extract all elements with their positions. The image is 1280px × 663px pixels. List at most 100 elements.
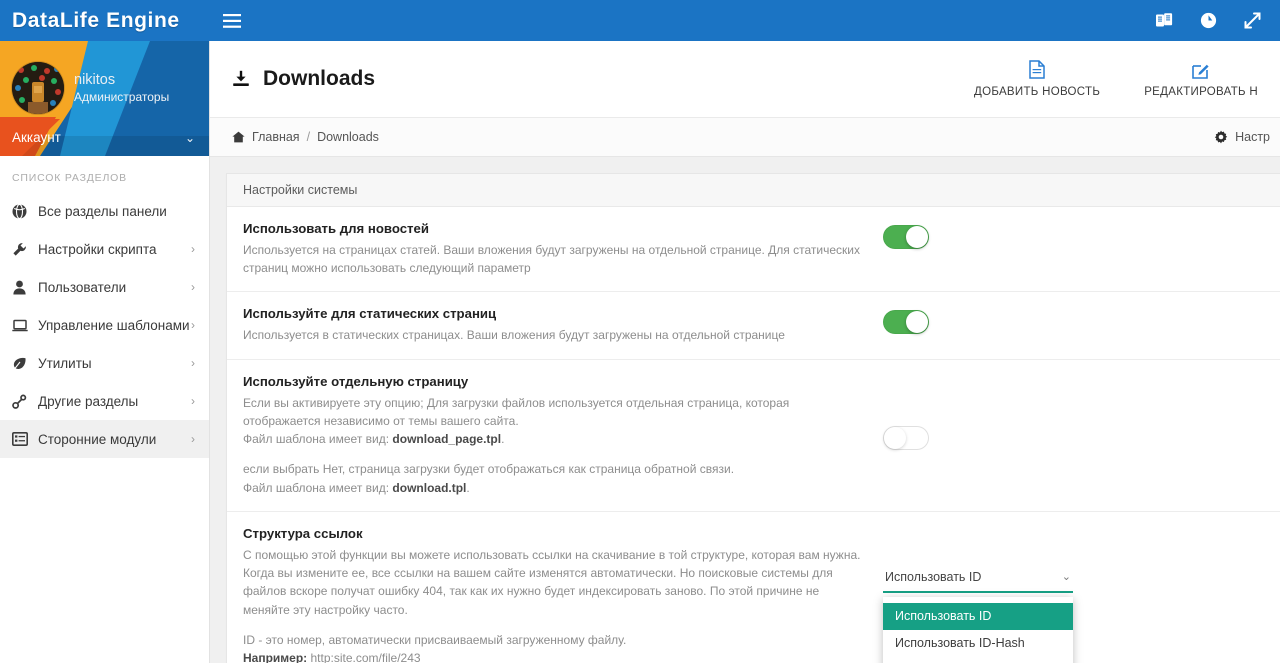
sidebar-item-all-sections[interactable]: Все разделы панели [0, 192, 209, 230]
list-alt-icon [12, 432, 38, 446]
setting-description: Если вы активируете эту опцию; Для загру… [243, 394, 861, 497]
expand-arrows-icon[interactable] [1232, 0, 1272, 41]
download-icon [232, 70, 250, 88]
setting-description: С помощью этой функции вы можете использ… [243, 546, 861, 663]
desc-line-2: ID - это номер, автоматически присваивае… [243, 632, 627, 647]
desc-line-2-suffix: . [501, 432, 505, 447]
account-dropdown-toggle[interactable]: Аккаунт ⌄ [0, 119, 209, 156]
desc-line-2-prefix: Файл шаблона имеет вид: [243, 432, 393, 447]
hamburger-menu-icon[interactable] [210, 0, 254, 41]
chevron-right-icon: › [191, 394, 195, 408]
setting-description: Используется на страницах статей. Ваши в… [243, 243, 860, 276]
example-url: http:site.com/file/243 [307, 651, 421, 663]
profile-text: nikitos Администраторы [74, 71, 169, 104]
top-navigation-bar: DataLife Engine [0, 0, 1280, 41]
setting-body: Используйте для статических страниц Испо… [243, 306, 861, 344]
select-option-use-id-hash[interactable]: Использовать ID-Hash [883, 630, 1073, 657]
clock-icon[interactable] [1188, 0, 1228, 41]
user-profile-panel: nikitos Администраторы Аккаунт ⌄ [0, 41, 209, 156]
toggle-knob [906, 226, 928, 248]
profile-username: nikitos [74, 72, 116, 89]
page-header: Downloads ДОБАВИТЬ НОВОСТЬ РЕДАКТИРОВАТЬ… [210, 41, 1280, 118]
page-header-actions: ДОБАВИТЬ НОВОСТЬ РЕДАКТИРОВАТЬ Н [952, 41, 1280, 118]
chevron-right-icon: › [191, 280, 195, 294]
sidebar-item-third-party-modules[interactable]: Сторонние модули › [0, 420, 209, 458]
toggle-use-for-static-pages[interactable] [883, 310, 929, 335]
setting-body: Использовать для новостей Используется н… [243, 221, 861, 277]
toggle-use-for-news[interactable] [883, 225, 929, 249]
sidebar-item-other-sections[interactable]: Другие разделы › [0, 382, 209, 420]
setting-row: Используйте отдельную страницу Если вы а… [227, 360, 1280, 512]
setting-control [883, 221, 1113, 249]
sidebar-item-utilities[interactable]: Утилиты › [0, 344, 209, 382]
page-title: Downloads [232, 67, 375, 91]
account-label: Аккаунт [12, 130, 61, 145]
setting-control [883, 306, 1113, 335]
sidebar-item-label: Пользователи [38, 279, 127, 295]
profile-identity: nikitos Администраторы [0, 41, 209, 119]
setting-title: Использовать для новостей [243, 221, 429, 236]
breadcrumb-home-link[interactable]: Главная [252, 130, 300, 144]
add-news-button[interactable]: ДОБАВИТЬ НОВОСТЬ [952, 41, 1122, 118]
setting-row: Используйте для статических страниц Испо… [227, 292, 1280, 360]
user-icon [12, 280, 38, 295]
wrench-icon [12, 242, 38, 257]
select-option-use-id[interactable]: Использовать ID [883, 602, 1073, 630]
windows-tiles-icon[interactable] [1144, 0, 1184, 41]
add-news-label: ДОБАВИТЬ НОВОСТЬ [974, 86, 1101, 98]
breadcrumb-current: Downloads [317, 130, 379, 144]
select-option-use-file-name[interactable]: Использовать Название файла [883, 657, 1073, 663]
setting-body: Используйте отдельную страницу Если вы а… [243, 374, 861, 497]
setting-control [883, 374, 1113, 450]
setting-body: Структура ссылок С помощью этой функции … [243, 526, 861, 663]
select-options-menu: Использовать ID Использовать ID-Hash Исп… [883, 596, 1073, 663]
laptop-icon [12, 318, 38, 333]
toggle-knob [884, 426, 906, 449]
sidebar-item-label: Все разделы панели [38, 203, 167, 219]
sidebar-item-label: Утилиты [38, 355, 92, 371]
sidebar-item-label: Управление шаблонами [38, 317, 190, 333]
edit-news-button[interactable]: РЕДАКТИРОВАТЬ Н [1122, 41, 1280, 118]
setting-title: Используйте для статических страниц [243, 306, 497, 322]
desc-line-4-suffix: . [466, 480, 470, 495]
card-header: Настройки системы [227, 174, 1280, 207]
setting-description: Используется в статических страницах. Ва… [243, 328, 785, 343]
example-label: Например: [243, 651, 308, 663]
setting-title: Структура ссылок [243, 525, 363, 541]
leaf-icon [12, 356, 38, 371]
setting-title: Используйте отдельную страницу [243, 373, 469, 389]
desc-line-1: С помощью этой функции вы можете использ… [243, 547, 861, 617]
desc-line-1: Если вы активируете эту опцию; Для загру… [243, 395, 790, 428]
breadcrumb-separator: / [306, 130, 311, 144]
sidebar-item-label: Сторонние модули [38, 431, 157, 447]
toggle-use-separate-page[interactable] [883, 425, 929, 450]
main-content: Downloads ДОБАВИТЬ НОВОСТЬ РЕДАКТИРОВАТЬ… [210, 41, 1280, 663]
template-file-name: download_page.tpl [392, 432, 502, 447]
sidebar-item-users[interactable]: Пользователи › [0, 268, 209, 306]
chevron-down-icon: ⌄ [184, 130, 195, 145]
brand-logo[interactable]: DataLife Engine [0, 0, 210, 41]
template-file-name-alt: download.tpl [392, 480, 467, 495]
globe-icon [12, 203, 38, 219]
chevron-right-icon: › [191, 356, 195, 370]
sidebar-item-script-settings[interactable]: Настройки скрипта › [0, 230, 209, 268]
settings-link[interactable]: Настр [1214, 130, 1270, 144]
desc-line-3: если выбрать Нет, страница загрузки буде… [243, 462, 735, 477]
chevron-right-icon: › [191, 318, 195, 332]
document-icon [1029, 60, 1045, 79]
page-title-text: Downloads [263, 67, 376, 90]
gear-icon [1214, 130, 1228, 144]
chevron-down-icon: ⌄ [1061, 571, 1071, 584]
sidebar-item-template-management[interactable]: Управление шаблонами › [0, 306, 209, 344]
sidebar-item-label: Другие разделы [38, 393, 139, 409]
select-trigger[interactable]: Использовать ID ⌄ [883, 563, 1073, 593]
setting-row: Структура ссылок С помощью этой функции … [227, 512, 1280, 663]
link-structure-select[interactable]: Использовать ID ⌄ Использовать ID Исполь… [883, 563, 1073, 663]
edit-news-label: РЕДАКТИРОВАТЬ Н [1144, 85, 1258, 98]
setting-row: Использовать для новостей Используется н… [227, 207, 1280, 293]
settings-scroll-area[interactable]: Настройки системы Использовать для новос… [210, 157, 1280, 663]
link-icon [12, 394, 38, 409]
avatar[interactable] [12, 62, 64, 114]
